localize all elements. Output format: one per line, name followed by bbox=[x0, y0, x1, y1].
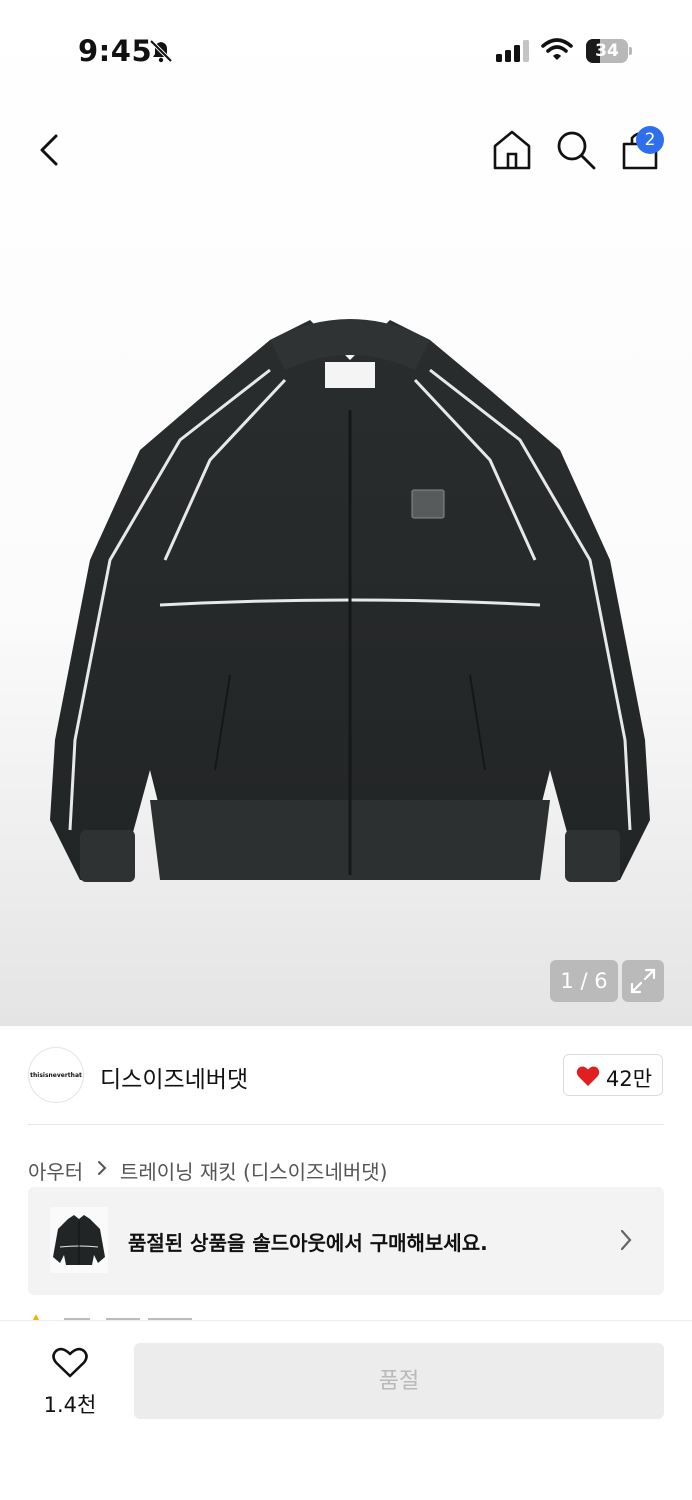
soldout-banner[interactable]: 품절된 상품을 솔드아웃에서 구매해보세요. bbox=[28, 1187, 664, 1295]
chevron-right-icon bbox=[620, 1229, 632, 1251]
breadcrumb-category[interactable]: 아우터 bbox=[28, 1156, 83, 1185]
back-icon[interactable] bbox=[28, 128, 72, 172]
chevron-right-icon bbox=[97, 1161, 106, 1175]
bottom-action-bar: 1.4천 품절 bbox=[0, 1320, 692, 1500]
product-image-gallery[interactable]: 2 1 / 6 bbox=[0, 0, 692, 1026]
breadcrumb: 아우터 트레이닝 재킷 (디스이즈네버댓) bbox=[28, 1156, 387, 1185]
status-bar: 9:45 34 bbox=[0, 0, 692, 100]
expand-icon[interactable] bbox=[622, 960, 664, 1002]
home-icon[interactable] bbox=[490, 128, 534, 172]
soldout-product-thumbnail bbox=[50, 1207, 108, 1273]
battery-level: 34 bbox=[595, 41, 619, 61]
brand-name[interactable]: 디스이즈네버댓 bbox=[100, 1060, 248, 1094]
brand-like-button[interactable]: 42만 bbox=[563, 1054, 663, 1096]
heart-filled-icon bbox=[576, 1066, 600, 1086]
wifi-icon bbox=[541, 38, 573, 60]
brand-like-count: 42만 bbox=[606, 1067, 653, 1091]
image-counter: 1 / 6 bbox=[550, 960, 618, 1002]
breadcrumb-subcategory[interactable]: 트레이닝 재킷 (디스이즈네버댓) bbox=[120, 1156, 388, 1185]
cart-count-badge: 2 bbox=[636, 126, 664, 154]
heart-outline-icon bbox=[52, 1347, 88, 1378]
buy-button-soldout[interactable]: 품절 bbox=[134, 1343, 664, 1419]
bell-muted-icon bbox=[149, 39, 173, 63]
battery-indicator: 34 bbox=[586, 39, 632, 63]
search-icon[interactable] bbox=[554, 128, 598, 172]
wishlist-count: 1.4천 bbox=[43, 1393, 97, 1417]
status-time: 9:45 bbox=[78, 34, 153, 68]
brand-logo[interactable]: thisisneverthat bbox=[28, 1047, 84, 1103]
divider bbox=[28, 1124, 664, 1125]
soldout-message: 품절된 상품을 솔드아웃에서 구매해보세요. bbox=[128, 1231, 488, 1255]
wishlist-button[interactable]: 1.4천 bbox=[30, 1345, 110, 1425]
product-image[interactable] bbox=[20, 300, 672, 900]
signal-icon bbox=[496, 40, 529, 62]
